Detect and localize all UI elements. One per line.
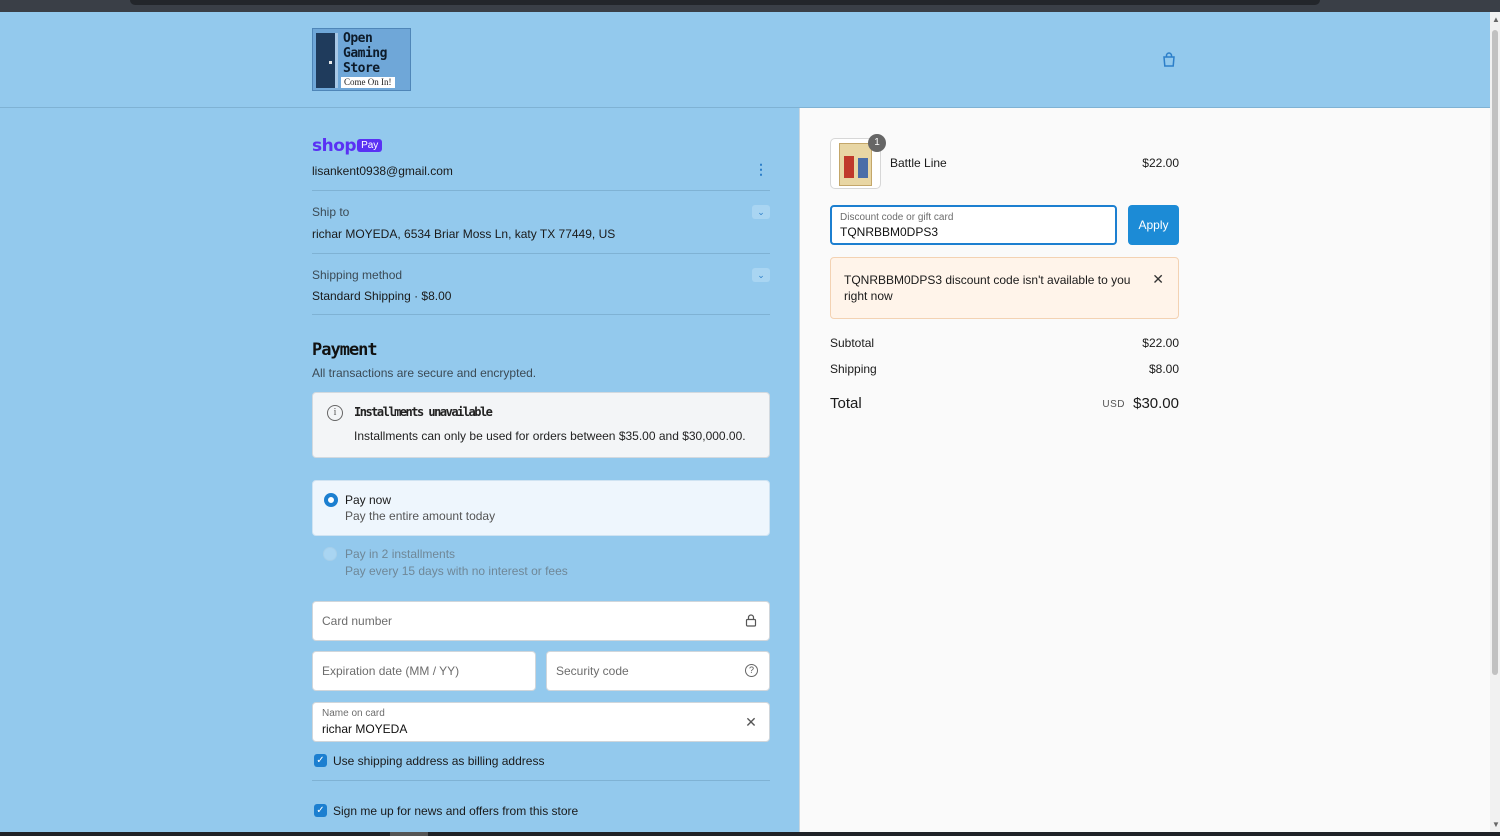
- ship-to-label: Ship to: [312, 205, 350, 219]
- pay-now-title: Pay now: [345, 493, 392, 507]
- ship-to-row[interactable]: Ship to richar MOYEDA, 6534 Briar Moss L…: [312, 190, 770, 253]
- more-options-icon[interactable]: ⋮: [754, 162, 768, 176]
- notice-title: Installments unavailable: [354, 405, 493, 419]
- shipping-value: $8.00: [1148, 362, 1179, 376]
- security-code-field[interactable]: Security code ?: [546, 651, 770, 691]
- payment-subtitle: All transactions are secure and encrypte…: [312, 366, 537, 380]
- shop-pay-account: shop Pay lisankent0938@gmail.com ⋮: [312, 136, 770, 190]
- close-icon[interactable]: ✕: [1152, 271, 1164, 288]
- apply-button[interactable]: Apply: [1128, 205, 1179, 245]
- logo-line-store: Store: [343, 61, 380, 76]
- scroll-up-icon[interactable]: ▲: [1492, 15, 1500, 24]
- browser-top-bar: [0, 0, 1500, 12]
- browser-bottom-bar: [0, 832, 1500, 836]
- shipping-method-label: Shipping method: [312, 268, 403, 282]
- total-value: $30.00: [1133, 395, 1179, 412]
- pay-installments-radio[interactable]: [323, 547, 337, 561]
- shop-pay-logo: shop Pay: [312, 136, 770, 156]
- chevron-down-icon[interactable]: ⌄: [752, 205, 770, 219]
- discount-code-value: TQNRBBM0DPS3: [840, 225, 939, 239]
- security-code-placeholder: Security code: [556, 664, 629, 678]
- shop-pay-badge: Pay: [357, 139, 383, 152]
- battle-line-box-art: [839, 143, 872, 186]
- total-label: Total: [830, 395, 862, 412]
- shipping-method-value: Standard Shipping · $8.00: [312, 289, 452, 303]
- logo-line-open: Open: [343, 31, 373, 46]
- info-icon: i: [327, 405, 343, 421]
- newsletter-label: Sign me up for news and offers from this…: [333, 804, 579, 818]
- store-logo[interactable]: Open Gaming Store Come On In!: [312, 28, 411, 91]
- shipping-method-row[interactable]: Shipping method Standard Shipping · $8.0…: [312, 253, 770, 315]
- name-on-card-label: Name on card: [322, 708, 385, 719]
- logo-text: Open Gaming Store: [343, 31, 387, 76]
- lock-icon: [744, 614, 758, 628]
- store-header: Open Gaming Store Come On In!: [0, 12, 1490, 108]
- total-currency: USD: [1102, 399, 1125, 410]
- discount-error-text: TQNRBBM0DPS3 discount code isn't availab…: [844, 273, 1131, 303]
- notice-text: Installments can only be used for orders…: [354, 429, 746, 443]
- expiration-placeholder: Expiration date (MM / YY): [322, 664, 460, 678]
- card-number-placeholder: Card number: [322, 614, 393, 628]
- quantity-badge: 1: [868, 134, 886, 152]
- door-icon: [316, 33, 338, 88]
- question-icon[interactable]: ?: [745, 664, 758, 677]
- discount-code-field[interactable]: Discount code or gift card TQNRBBM0DPS3: [830, 205, 1117, 245]
- shipping-label: Shipping: [830, 362, 877, 376]
- billing-address-label: Use shipping address as billing address: [333, 754, 545, 768]
- discount-error-message: TQNRBBM0DPS3 discount code isn't availab…: [830, 257, 1179, 319]
- pay-installments-title: Pay in 2 installments: [345, 547, 456, 561]
- product-name: Battle Line: [890, 156, 947, 170]
- scroll-down-icon[interactable]: ▼: [1492, 820, 1500, 829]
- installments-notice: i Installments unavailable Installments …: [312, 392, 770, 458]
- divider: [312, 780, 770, 781]
- payment-title: Payment: [312, 340, 378, 360]
- subtotal-value: $22.00: [1142, 336, 1179, 350]
- pay-installments-subtitle: Pay every 15 days with no interest or fe…: [345, 564, 568, 578]
- clear-icon[interactable]: ✕: [744, 715, 758, 729]
- scrollbar-thumb[interactable]: [1492, 30, 1498, 675]
- logo-line-gaming: Gaming: [343, 46, 387, 61]
- account-email: lisankent0938@gmail.com: [312, 164, 453, 178]
- product-price: $22.00: [1142, 156, 1179, 170]
- pay-now-subtitle: Pay the entire amount today: [345, 509, 496, 523]
- discount-code-label: Discount code or gift card: [840, 212, 954, 223]
- page-scrollbar[interactable]: ▲ ▼: [1490, 12, 1500, 832]
- expiration-date-field[interactable]: Expiration date (MM / YY): [312, 651, 536, 691]
- logo-tagline: Come On In!: [341, 77, 395, 88]
- billing-address-checkbox[interactable]: ✓: [314, 754, 327, 767]
- newsletter-checkbox[interactable]: ✓: [314, 804, 327, 817]
- subtotal-label: Subtotal: [830, 336, 875, 350]
- chevron-down-icon[interactable]: ⌄: [752, 268, 770, 282]
- browser-tab-strip: [130, 0, 1320, 5]
- pay-now-radio[interactable]: [324, 493, 338, 507]
- name-on-card-field[interactable]: Name on card richar MOYEDA ✕: [312, 702, 770, 742]
- shopping-bag-icon[interactable]: [1161, 52, 1177, 68]
- pay-installments-option[interactable]: Pay in 2 installments Pay every 15 days …: [312, 544, 770, 584]
- shop-pay-brand: shop: [312, 136, 357, 156]
- pay-now-option[interactable]: Pay now Pay the entire amount today: [312, 480, 770, 536]
- ship-to-address: richar MOYEDA, 6534 Briar Moss Ln, katy …: [312, 227, 616, 241]
- taskbar-item[interactable]: [390, 832, 428, 836]
- name-on-card-value: richar MOYEDA: [322, 722, 408, 736]
- card-number-field[interactable]: Card number: [312, 601, 770, 641]
- total-row: Total USD $30.00: [830, 395, 1179, 415]
